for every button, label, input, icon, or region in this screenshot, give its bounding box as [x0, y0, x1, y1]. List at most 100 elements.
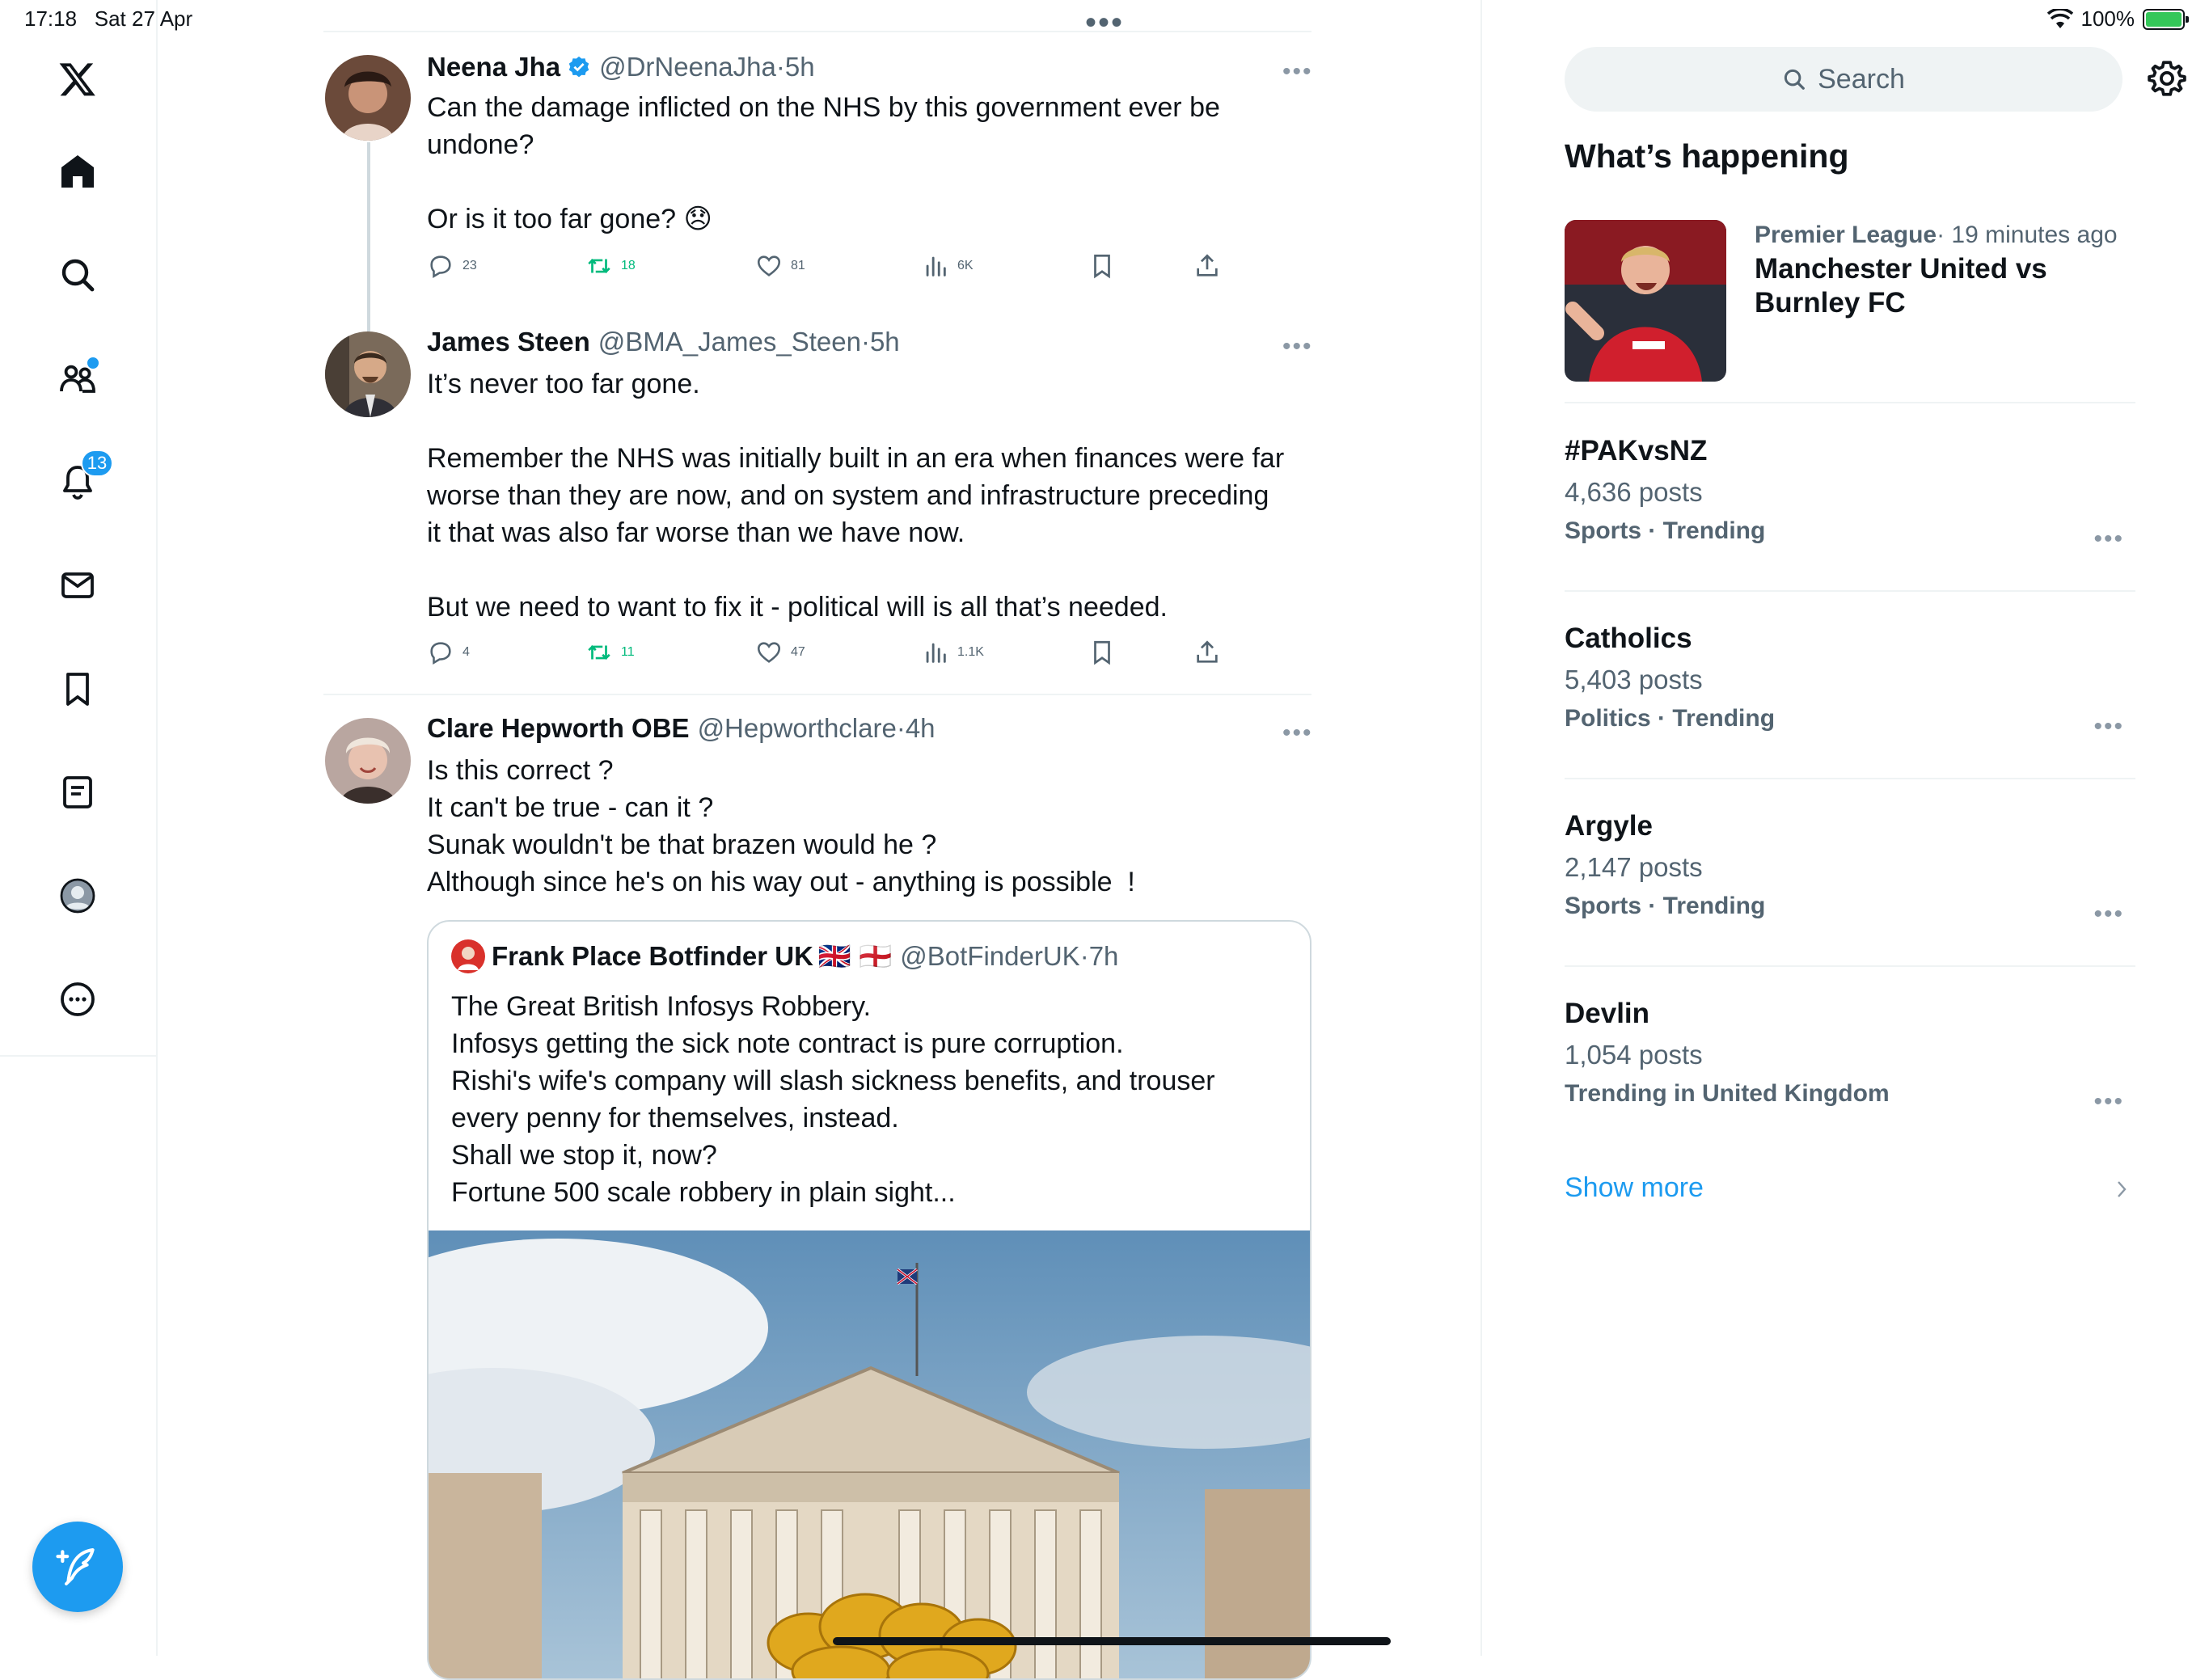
tweet-more-icon[interactable]: •••	[1282, 333, 1313, 361]
retweet-button[interactable]: 11	[585, 639, 635, 666]
views-button[interactable]: 1.1K	[922, 639, 984, 666]
trend-item[interactable]: Catholics 5,403 posts Politics · Trendin…	[1565, 623, 2135, 740]
quoted-tweet-text: The Great British Infosys Robbery. Infos…	[451, 991, 1215, 1208]
trend-more-icon[interactable]: •••	[2093, 1088, 2124, 1116]
quoted-avatar	[451, 939, 485, 973]
home-icon[interactable]	[50, 144, 105, 199]
reply-icon	[430, 255, 451, 279]
avatar[interactable]	[325, 331, 411, 417]
bookmark-button[interactable]	[1088, 639, 1116, 666]
trend-title: Argyle	[1565, 810, 1653, 842]
quoted-author-handle[interactable]: @BotFinderUK	[900, 941, 1079, 972]
trend-title: Devlin	[1565, 998, 1650, 1029]
lists-icon[interactable]	[50, 765, 105, 820]
trend-posts: 1,054 posts	[1565, 1040, 1703, 1070]
trend-more-icon[interactable]: •••	[2093, 901, 2124, 928]
settings-gear-icon[interactable]	[2147, 58, 2187, 99]
author-handle[interactable]: @Hepworthclare	[698, 713, 897, 744]
trend-item[interactable]: #PAKvsNZ 4,636 posts Sports · Trending •…	[1565, 435, 2135, 552]
reply-icon	[430, 642, 451, 665]
communities-icon[interactable]	[50, 351, 105, 406]
trend-more-icon[interactable]: •••	[2093, 526, 2124, 553]
quoted-tweet-image[interactable]	[429, 1230, 1311, 1680]
views-chart-icon	[926, 256, 946, 276]
tweet-time[interactable]: ·5h	[861, 327, 900, 357]
compose-post-button[interactable]	[32, 1522, 123, 1612]
heart-icon	[757, 255, 781, 276]
reply-count: 4	[462, 645, 470, 659]
views-button[interactable]: 6K	[922, 252, 974, 280]
avatar[interactable]	[325, 718, 411, 804]
author-name[interactable]: Clare Hepworth OBE	[427, 713, 690, 744]
tweet-more-icon[interactable]: •••	[1282, 720, 1313, 747]
tweet-actions: 23 18 81 6K	[427, 252, 1300, 285]
trend-item[interactable]: Devlin 1,054 posts Trending in United Ki…	[1565, 998, 2135, 1115]
show-more-link[interactable]: Show more	[1565, 1172, 1704, 1204]
nav-divider	[156, 1055, 158, 1656]
previous-tweet-actions-strip: •••	[323, 0, 1311, 40]
messages-icon[interactable]	[50, 558, 105, 613]
status-bar-right: 100%	[2046, 6, 2189, 32]
featured-trend-category: Premier League	[1755, 222, 1937, 248]
quoted-author-name[interactable]: Frank Place Botfinder UK	[492, 941, 813, 972]
home-indicator	[833, 1637, 1391, 1645]
compose-feather-icon	[56, 1548, 95, 1585]
featured-trend-image[interactable]	[1565, 220, 1726, 382]
tweet-time[interactable]: ·4h	[897, 713, 936, 744]
quoted-tweet-time[interactable]: ·7h	[1080, 941, 1119, 972]
reply-button[interactable]: 4	[427, 639, 470, 666]
like-count: 81	[791, 259, 805, 272]
trend-more-icon[interactable]: •••	[2093, 713, 2124, 741]
profile-avatar-icon[interactable]	[50, 868, 105, 923]
trend-posts: 2,147 posts	[1565, 852, 1703, 882]
author-handle[interactable]: @DrNeenaJha	[599, 52, 776, 82]
tweet-time[interactable]: ·5h	[776, 52, 815, 82]
tweet-actions: 4 11 47 1.1K	[427, 639, 1300, 671]
reply-count: 23	[462, 259, 477, 272]
retweet-icon	[588, 259, 610, 273]
more-dots-icon[interactable]: •••	[1085, 5, 1124, 41]
tweet-more-icon[interactable]: •••	[1282, 58, 1313, 86]
bookmark-button[interactable]	[1088, 252, 1116, 280]
wifi-icon	[2046, 8, 2073, 28]
tweet-text: Can the damage inflicted on the NHS by t…	[427, 92, 1220, 234]
tweet-text: Is this correct ? It can't be true - can…	[427, 755, 1135, 897]
chevron-right-icon	[2118, 1181, 2127, 1197]
author-name[interactable]: Neena Jha	[427, 52, 560, 82]
author-name[interactable]: James Steen	[427, 327, 590, 357]
bookmarks-icon[interactable]	[50, 661, 105, 716]
retweet-count: 18	[621, 259, 636, 272]
more-options-icon[interactable]	[50, 972, 105, 1027]
verified-badge-icon	[568, 56, 589, 78]
author-handle[interactable]: @BMA_James_Steen	[598, 327, 861, 357]
share-button[interactable]	[1193, 252, 1221, 280]
bookmark-icon	[1094, 640, 1110, 665]
trend-divider	[1565, 402, 2135, 403]
battery-percent: 100%	[2080, 6, 2135, 31]
trend-context: Politics · Trending	[1565, 705, 1776, 732]
share-icon	[1197, 254, 1218, 276]
quoted-author-flags: 🇬🇧 🏴󠁧󠁢󠁥󠁮󠁧󠁿	[817, 940, 893, 971]
search-input[interactable]: Search	[1565, 47, 2122, 112]
search-icon[interactable]	[50, 247, 105, 302]
retweet-button[interactable]: 18	[585, 252, 636, 280]
trend-context: Trending in United Kingdom	[1565, 1080, 1890, 1107]
trend-item[interactable]: Argyle 2,147 posts Sports · Trending •••	[1565, 810, 2135, 927]
share-button[interactable]	[1193, 639, 1221, 666]
x-logo-icon[interactable]	[50, 52, 105, 107]
quoted-tweet-card[interactable]: Frank Place Botfinder UK 🇬🇧 🏴󠁧󠁢󠁥󠁮󠁧󠁿 @Bot…	[427, 920, 1311, 1680]
trend-context: Sports · Trending	[1565, 517, 1766, 544]
avatar[interactable]	[325, 55, 411, 141]
featured-trend-time: · 19 minutes ago	[1937, 222, 2118, 248]
battery-icon	[2143, 8, 2189, 30]
reply-button[interactable]: 23	[427, 252, 477, 280]
bookmark-icon	[1094, 254, 1110, 279]
like-button[interactable]: 47	[755, 639, 805, 666]
quoted-tweet-header: Frank Place Botfinder UK 🇬🇧 🏴󠁧󠁢󠁥󠁮󠁧󠁿 @Bot…	[451, 939, 1118, 973]
like-button[interactable]: 81	[755, 252, 805, 280]
side-navigation: 13	[0, 0, 158, 1057]
featured-trend[interactable]: Premier League· 19 minutes ago Mancheste…	[1755, 222, 2175, 320]
retweet-icon	[588, 645, 610, 660]
thread-connector	[367, 142, 370, 331]
notifications-icon[interactable]: 13	[50, 450, 113, 509]
